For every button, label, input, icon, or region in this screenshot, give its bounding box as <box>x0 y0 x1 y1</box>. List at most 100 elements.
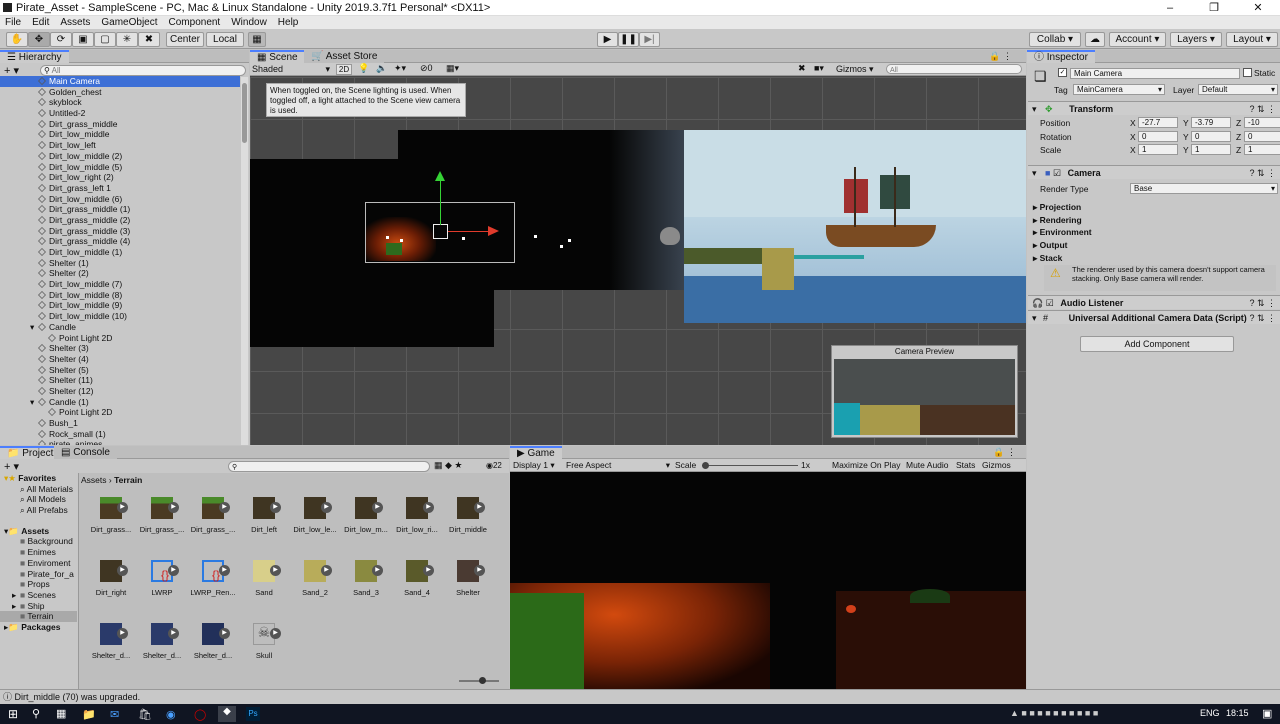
asset-folder-item[interactable]: ■ Enviroment <box>0 558 77 569</box>
hierarchy-search-input[interactable]: ⚲ All <box>40 65 246 76</box>
camera-section-projection[interactable]: ▸ Projection <box>1033 202 1081 213</box>
hierarchy-item[interactable]: Golden_chest <box>0 87 240 98</box>
expand-sprite-icon[interactable]: ▶ <box>168 502 179 513</box>
menu-edit[interactable]: Edit <box>32 16 49 29</box>
hierarchy-item[interactable]: Shelter (2) <box>0 268 240 279</box>
menu-assets[interactable]: Assets <box>60 16 90 29</box>
menu-help[interactable]: Help <box>278 16 299 29</box>
account-button[interactable]: Account ▾ <box>1109 32 1166 47</box>
aspect-dropdown[interactable]: Free Aspect ▾ <box>566 459 670 472</box>
expand-sprite-icon[interactable]: ▶ <box>270 502 281 513</box>
expand-sprite-icon[interactable]: ▶ <box>270 628 281 639</box>
tab-project[interactable]: 📁 Project <box>0 446 61 459</box>
tools-icon[interactable]: ✖ <box>798 63 806 74</box>
scene-lighting-icon[interactable]: 💡 <box>358 63 369 74</box>
hierarchy-item[interactable]: ▾ Candle <box>0 322 240 333</box>
explorer-icon[interactable]: 📁 <box>82 708 96 721</box>
assets-header[interactable]: ▾📁 Assets <box>0 526 77 537</box>
gizmos-dropdown[interactable]: Gizmos ▾ <box>836 64 874 75</box>
asset-item[interactable]: ☠ ▶ Skull <box>240 623 288 660</box>
transform-x-field[interactable]: 1 <box>1138 144 1178 156</box>
unity-taskbar-icon[interactable]: ◆ <box>218 706 236 722</box>
hierarchy-item[interactable]: Dirt_low_middle (2) <box>0 151 240 162</box>
hierarchy-item[interactable]: Dirt_low_middle (1) <box>0 247 240 258</box>
foldout-arrow-icon[interactable]: ▸ <box>12 590 16 601</box>
camera-icon[interactable]: ■▾ <box>814 63 824 74</box>
scene-search-input[interactable]: All <box>886 64 1022 74</box>
asset-item[interactable]: ▶ Dirt_low_le... <box>291 497 339 534</box>
hierarchy-item[interactable]: Dirt_low_left <box>0 140 240 151</box>
menu-window[interactable]: Window <box>231 16 267 29</box>
tag-dropdown[interactable]: MainCamera ▾ <box>1073 84 1165 95</box>
expand-sprite-icon[interactable]: ▶ <box>219 502 230 513</box>
move-gizmo-center[interactable] <box>433 224 448 239</box>
menu-component[interactable]: Component <box>169 16 221 29</box>
pause-button[interactable]: ❚❚ <box>618 32 639 47</box>
transform-z-field[interactable]: -10 <box>1244 117 1280 128</box>
asset-item[interactable]: ▶ Sand_2 <box>291 560 339 597</box>
asset-item[interactable]: {} ▶ LWRP_Ren... <box>189 560 237 597</box>
hierarchy-item[interactable]: Dirt_grass_middle (4) <box>0 236 240 247</box>
hierarchy-item[interactable]: Shelter (1) <box>0 258 240 269</box>
maximize-icon[interactable]: ❐ <box>1192 0 1236 16</box>
expand-sprite-icon[interactable]: ▶ <box>168 565 179 576</box>
asset-item[interactable]: ▶ Sand_4 <box>393 560 441 597</box>
hierarchy-item[interactable]: Dirt_low_middle (5) <box>0 162 240 173</box>
hierarchy-item[interactable]: skyblock <box>0 97 240 108</box>
asset-folder-item[interactable]: ▸ ■ Ship <box>0 601 77 612</box>
hierarchy-item[interactable]: Dirt_grass_middle <box>0 119 240 130</box>
asset-item[interactable]: ▶ Dirt_grass... <box>87 497 135 534</box>
hierarchy-item[interactable]: Dirt_low_middle (8) <box>0 290 240 301</box>
asset-folder-item[interactable]: ■ Terrain <box>0 611 77 622</box>
move-tool-icon[interactable]: ✥ <box>28 32 50 47</box>
photoshop-icon[interactable]: Ps <box>246 707 260 721</box>
tab-scene[interactable]: ▦ Scene <box>250 50 305 63</box>
x-arrow-icon[interactable] <box>488 226 499 236</box>
component-menu-icon[interactable]: ? ⇅ ⋮ <box>1249 311 1276 325</box>
store-icon[interactable]: 🛍 <box>138 708 152 721</box>
task-view-icon[interactable]: ▦ <box>56 707 66 720</box>
transform-x-field[interactable]: -27.7 <box>1138 117 1178 128</box>
filter-icons[interactable]: ▦ ◆ ★ <box>434 460 463 471</box>
language-indicator[interactable]: ENG <box>1200 708 1220 718</box>
hierarchy-item[interactable]: Shelter (3) <box>0 343 240 354</box>
favorites-header[interactable]: ▾★ Favorites <box>0 473 77 484</box>
collab-button[interactable]: Collab ▾ <box>1029 32 1081 47</box>
transform-y-field[interactable]: -3.79 <box>1191 117 1231 128</box>
hierarchy-item[interactable]: Dirt_low_middle (6) <box>0 194 240 205</box>
expand-sprite-icon[interactable]: ▶ <box>372 565 383 576</box>
menu-file[interactable]: File <box>5 16 21 29</box>
camera-section-output[interactable]: ▸ Output <box>1033 240 1068 251</box>
expand-sprite-icon[interactable]: ▶ <box>117 565 128 576</box>
layers-button[interactable]: Layers ▾ <box>1170 32 1222 47</box>
hierarchy-item[interactable]: Dirt_grass_left 1 <box>0 183 240 194</box>
asset-item[interactable]: ▶ Sand_3 <box>342 560 390 597</box>
hierarchy-item[interactable]: ▾ Candle (1) <box>0 397 240 408</box>
audio-enabled-checkbox[interactable]: ☑ <box>1046 298 1054 308</box>
lock-icon[interactable]: 🔒 ⋮ <box>993 447 1016 458</box>
hierarchy-item[interactable]: Shelter (5) <box>0 365 240 376</box>
asset-folder-item[interactable]: ■ Background <box>0 536 77 547</box>
hierarchy-item[interactable]: Dirt_grass_middle (3) <box>0 226 240 237</box>
shading-dropdown[interactable]: Shaded ▾ <box>252 64 330 74</box>
tab-hierarchy[interactable]: ☰ Hierarchy <box>0 50 69 63</box>
project-search-input[interactable]: ⚲ <box>228 461 430 472</box>
pivot-local-button[interactable]: Local <box>206 32 244 47</box>
y-arrow-icon[interactable] <box>435 171 445 181</box>
opera-icon[interactable]: ◯ <box>194 708 206 721</box>
maximize-on-play-button[interactable]: Maximize On Play <box>832 459 901 472</box>
taskbar-search-icon[interactable]: ⚲ <box>32 707 40 720</box>
icon-size-slider[interactable] <box>459 677 499 684</box>
asset-folder-item[interactable]: ▸ ■ Scenes <box>0 590 77 601</box>
transform-header[interactable]: ▾ ✥ Transform ? ⇅ ⋮ <box>1028 101 1280 115</box>
add-component-button[interactable]: Add Component <box>1080 336 1234 352</box>
hierarchy-item[interactable]: Shelter (11) <box>0 375 240 386</box>
hierarchy-item[interactable]: Dirt_grass_middle (2) <box>0 215 240 226</box>
hierarchy-item[interactable]: Bush_1 <box>0 418 240 429</box>
asset-item[interactable]: ▶ Dirt_grass_... <box>138 497 186 534</box>
hierarchy-item[interactable]: Dirt_low_right (2) <box>0 172 240 183</box>
hierarchy-item[interactable]: Dirt_low_middle (9) <box>0 300 240 311</box>
asset-item[interactable]: ▶ Dirt_left <box>240 497 288 534</box>
component-menu-icon[interactable]: ? ⇅ ⋮ <box>1249 296 1276 310</box>
hierarchy-item[interactable]: Dirt_low_middle <box>0 129 240 140</box>
